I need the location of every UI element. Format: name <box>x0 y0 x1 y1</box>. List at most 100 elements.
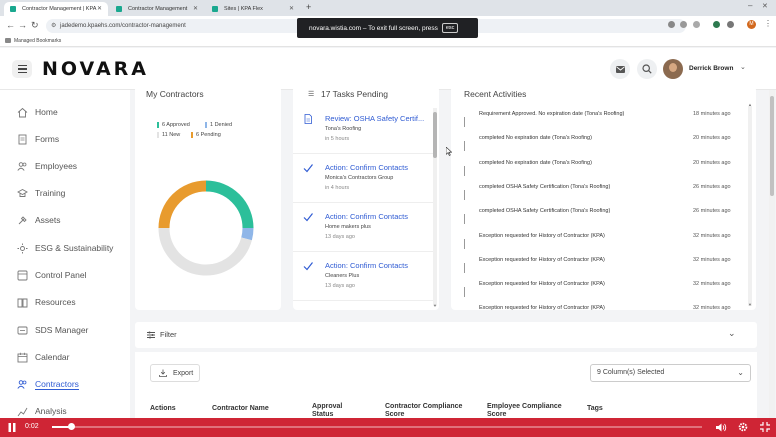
scrollbar[interactable] <box>748 106 752 306</box>
avatar[interactable] <box>663 59 683 79</box>
task-title[interactable]: Action: Confirm Contacts <box>325 212 425 221</box>
page-scrollbar-thumb[interactable] <box>770 96 774 196</box>
scroll-down-icon[interactable]: ▼ <box>748 302 752 307</box>
sidebar-item-esg-sustainability[interactable]: ESG & Sustainability <box>17 240 113 256</box>
esc-key-badge: esc <box>441 23 459 33</box>
sidebar: Home Forms Employees Training Assets ESG & Su… <box>0 90 130 420</box>
check-icon <box>303 164 313 173</box>
column-header[interactable]: Approval Status <box>312 403 360 419</box>
browser-tab[interactable]: Contractor Management ✕ <box>110 2 204 16</box>
reload-icon[interactable]: ↻ <box>31 20 39 31</box>
scroll-up-icon[interactable]: ▲ <box>748 102 752 107</box>
search-button[interactable] <box>637 59 657 79</box>
donut-slice-new[interactable] <box>158 227 252 276</box>
sidebar-item-home[interactable]: Home <box>17 104 58 120</box>
video-control-bar: 0:02 <box>0 418 776 437</box>
task-item[interactable]: Review: OSHA Safety Certif... Tona's Roof… <box>293 106 433 154</box>
task-title[interactable]: Review: OSHA Safety Certif... <box>325 114 425 123</box>
browser-menu-icon[interactable]: ⋮ <box>764 19 772 28</box>
donut-slice-approved[interactable] <box>205 180 254 229</box>
activity-time: 26 minutes ago <box>693 208 731 215</box>
column-header[interactable]: Contractor Compliance Score <box>385 403 477 419</box>
column-header[interactable]: Employee Compliance Score <box>487 403 579 419</box>
sidebar-item-training[interactable]: Training <box>17 185 65 201</box>
card-title: 17 Tasks Pending <box>321 89 388 99</box>
chevron-down-icon[interactable]: ⌄ <box>740 63 746 71</box>
video-scrubber[interactable] <box>68 423 75 430</box>
export-button[interactable]: Export <box>150 364 200 382</box>
task-title[interactable]: Action: Confirm Contacts <box>325 261 425 270</box>
task-item[interactable]: Action: Confirm Contacts Cleaners Plus 13 … <box>293 253 433 301</box>
exit-fullscreen-icon[interactable] <box>760 422 770 432</box>
activity-text: completed No expiration date (Tona's Roo… <box>479 135 592 142</box>
chevron-down-icon[interactable]: ⌄ <box>728 328 736 339</box>
extensions-puzzle-icon[interactable] <box>727 21 734 28</box>
task-time: 13 days ago <box>325 283 355 289</box>
contractors-icon <box>17 379 28 390</box>
back-icon[interactable]: ← <box>6 20 15 30</box>
donut-slice-pending[interactable] <box>158 180 207 229</box>
column-header[interactable]: Tags <box>587 405 603 413</box>
task-time: 13 days ago <box>325 234 355 240</box>
window-close-icon[interactable]: ✕ <box>762 2 768 10</box>
card-title: My Contractors <box>146 89 204 99</box>
sidebar-item-employees[interactable]: Employees <box>17 158 77 174</box>
task-title[interactable]: Action: Confirm Contacts <box>325 163 425 172</box>
sidebar-item-forms[interactable]: Forms <box>17 131 59 147</box>
column-header[interactable]: Actions <box>150 405 176 413</box>
task-subtitle: Cleaners Plus <box>325 273 360 279</box>
video-progress-track[interactable] <box>52 426 702 428</box>
close-tab-icon[interactable]: ✕ <box>97 5 102 12</box>
task-item[interactable]: Action: Confirm Contacts Monica's Contrac… <box>293 155 433 203</box>
extension-icon[interactable] <box>713 21 720 28</box>
messages-button[interactable] <box>610 59 630 79</box>
browser-tab-bar: Contractor Management | KPA ✕ Contractor… <box>0 0 776 16</box>
column-header[interactable]: Contractor Name <box>212 405 269 413</box>
chevron-down-icon: ⌄ <box>737 368 744 377</box>
scrollbar-thumb[interactable] <box>433 112 437 158</box>
sidebar-item-contractors[interactable]: Contractors <box>17 376 79 392</box>
app-logo[interactable]: NOVARA <box>42 58 149 80</box>
sidebar-item-assets[interactable]: Assets <box>17 212 61 228</box>
document-icon <box>304 114 312 124</box>
close-tab-icon[interactable]: ✕ <box>193 5 198 12</box>
settings-gear-icon[interactable] <box>738 422 748 432</box>
profile-icon[interactable]: M <box>747 20 756 29</box>
scroll-down-icon[interactable]: ▼ <box>433 303 437 308</box>
close-tab-icon[interactable]: ✕ <box>289 5 294 12</box>
minimize-icon[interactable]: – <box>748 1 752 10</box>
browser-tab[interactable]: Sites | KPA Flex ✕ <box>206 2 300 16</box>
sidebar-item-control-panel[interactable]: Control Panel <box>17 267 87 283</box>
pause-icon[interactable] <box>8 423 16 432</box>
activity-divider <box>464 189 465 200</box>
kpa-favicon-icon <box>212 6 218 12</box>
calendar-icon <box>17 352 28 363</box>
site-info-icon[interactable]: ⚙ <box>51 19 56 33</box>
activity-text: completed OSHA Safety Certification (Ton… <box>479 183 611 190</box>
bookmark-star-icon[interactable] <box>693 21 700 28</box>
menu-toggle-button[interactable] <box>12 60 32 78</box>
activity-item: completed No expiration date (Tona's Roo… <box>451 128 747 152</box>
control-panel-icon <box>17 270 28 281</box>
sidebar-item-analysis[interactable]: Analysis <box>17 403 67 419</box>
volume-icon[interactable] <box>716 423 727 432</box>
user-name[interactable]: Derrick Brown <box>689 65 733 72</box>
new-tab-icon[interactable]: + <box>306 2 311 12</box>
task-subtitle: Tona's Roofing <box>325 126 362 132</box>
browser-tab[interactable]: Contractor Management | KPA ✕ <box>4 2 108 16</box>
columns-select[interactable]: 9 Column(s) Selected ⌄ <box>590 364 751 382</box>
task-item[interactable]: Action: Confirm Contacts Home makers plus… <box>293 204 433 252</box>
translate-icon[interactable] <box>668 21 675 28</box>
forward-icon[interactable]: → <box>18 20 27 30</box>
bookmark-folder[interactable]: Managed Bookmarks <box>14 38 61 44</box>
activity-item: Exception requested for History of Contr… <box>451 226 747 250</box>
sidebar-item-resources[interactable]: Resources <box>17 294 76 310</box>
sidebar-item-label: Assets <box>35 215 61 225</box>
sidebar-item-calendar[interactable]: Calendar <box>17 349 70 365</box>
activity-time: 32 minutes ago <box>693 232 731 239</box>
filter-bar[interactable]: Filter ⌄ <box>135 322 757 348</box>
sidebar-item-sds-manager[interactable]: SDS Manager <box>17 322 88 338</box>
donut-slice-denied[interactable] <box>241 227 254 241</box>
zoom-icon[interactable] <box>680 21 687 28</box>
task-item[interactable]: Action: Confirm Contacts <box>293 302 433 310</box>
